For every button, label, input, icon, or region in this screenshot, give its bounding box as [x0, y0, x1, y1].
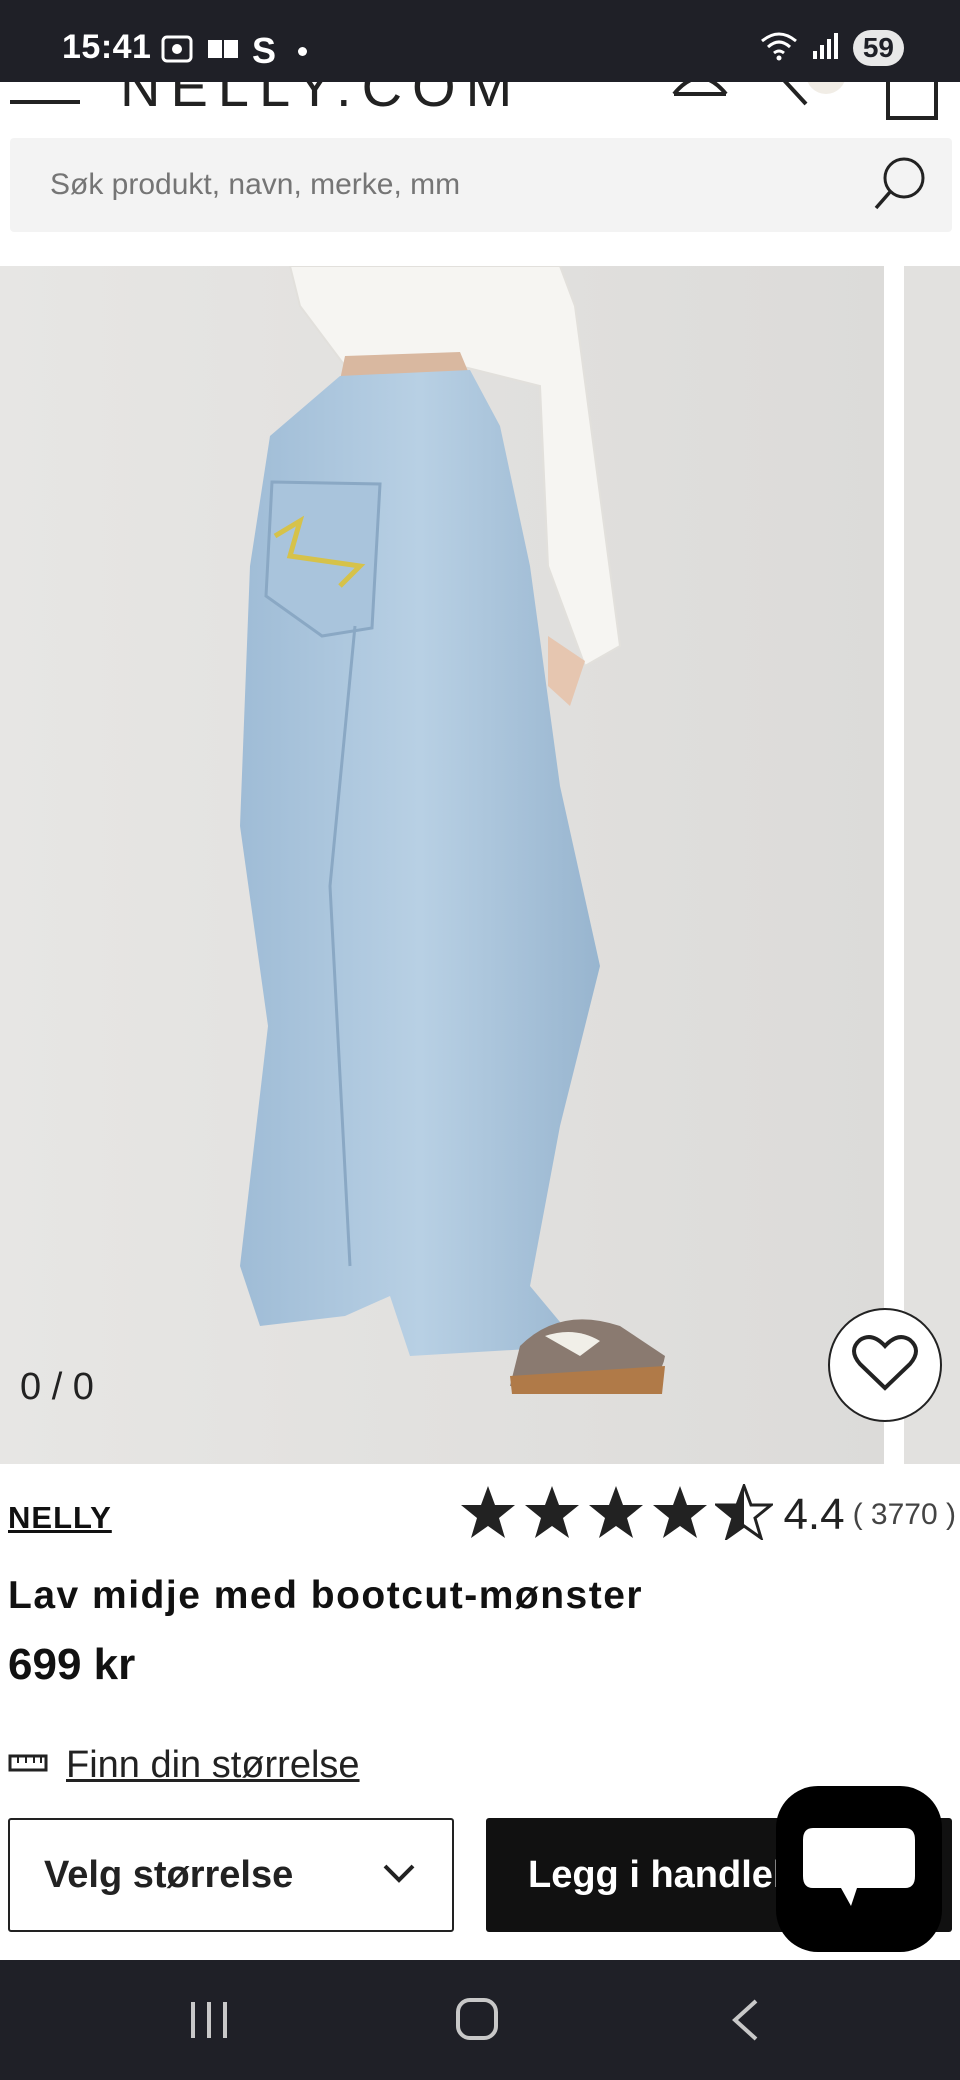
system-nav-bar: [0, 1960, 960, 2080]
wishlist-icon[interactable]: 69: [776, 82, 848, 120]
site-logo[interactable]: NELLY.COM: [120, 82, 522, 119]
status-notification-icons: S: [160, 30, 308, 72]
search-input[interactable]: [50, 138, 830, 232]
half-star-icon: [713, 1481, 776, 1545]
product-title: Lav midje med bootcut-mønster: [8, 1574, 644, 1617]
site-header: NELLY.COM 69: [0, 82, 960, 130]
product-image[interactable]: [0, 266, 884, 1464]
search-bar[interactable]: [10, 138, 952, 232]
dot-icon: [298, 46, 308, 56]
size-select-label: Velg størrelse: [44, 1853, 294, 1896]
rating-count: ( 3770 ): [852, 1497, 956, 1531]
account-icon[interactable]: [670, 82, 730, 127]
wishlist-count: 69: [808, 82, 835, 88]
ruler-icon: [8, 1752, 48, 1779]
chat-icon: [799, 1822, 919, 1917]
battery-icon: 59: [852, 30, 904, 66]
menu-icon[interactable]: [10, 100, 80, 104]
chat-button[interactable]: [776, 1786, 942, 1952]
home-icon[interactable]: [456, 1998, 498, 2040]
screenshot-icon: [160, 34, 194, 69]
star-icon: [523, 1484, 581, 1545]
rating-stars: [459, 1481, 776, 1545]
star-icon: [459, 1484, 517, 1545]
wifi-icon: [759, 31, 799, 66]
status-system-icons: 59: [759, 30, 904, 66]
star-icon: [651, 1484, 709, 1545]
next-product-image[interactable]: [904, 266, 960, 1464]
signal-icon: [811, 31, 841, 66]
size-guide-link[interactable]: Finn din størrelse: [66, 1744, 360, 1787]
size-guide[interactable]: Finn din størrelse: [8, 1744, 360, 1787]
carrier-glyph: S: [252, 30, 277, 71]
heart-icon: [852, 1334, 918, 1397]
gallery-separator: [884, 266, 904, 1464]
recents-icon[interactable]: [188, 2000, 232, 2045]
image-counter: 0 / 0: [20, 1366, 94, 1408]
brand-link[interactable]: NELLY: [8, 1500, 112, 1536]
add-to-wishlist-button[interactable]: [828, 1308, 942, 1422]
search-icon[interactable]: [870, 154, 930, 214]
chevron-down-icon: [382, 1863, 416, 1888]
size-select[interactable]: Velg størrelse: [8, 1818, 454, 1932]
gallery-icon: [206, 36, 240, 67]
cart-icon[interactable]: [884, 82, 940, 129]
rating-value: 4.4: [783, 1489, 845, 1539]
product-price: 699 kr: [8, 1640, 136, 1689]
status-time: 15:41: [62, 28, 152, 66]
status-bar: 15:41 S 59: [0, 0, 960, 82]
back-icon[interactable]: [730, 1998, 760, 2047]
product-gallery[interactable]: 0 / 0: [0, 266, 960, 1464]
star-icon: [587, 1484, 645, 1545]
product-rating[interactable]: 4.4 ( 3770 ): [459, 1481, 956, 1545]
